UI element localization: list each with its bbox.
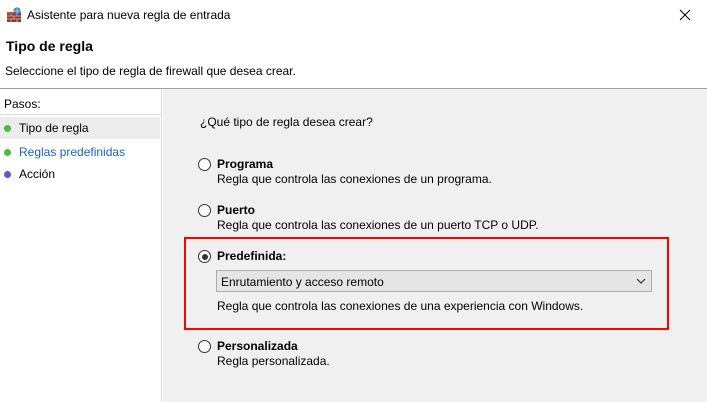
close-icon	[679, 9, 691, 21]
option-label: Programa	[217, 157, 274, 171]
page-title: Tipo de regla	[6, 38, 93, 54]
step-label: Reglas predefinidas	[19, 145, 126, 159]
step-status-icon	[4, 148, 11, 156]
highlight-annotation	[184, 237, 669, 330]
steps-divider	[0, 114, 161, 115]
rule-type-question: ¿Qué tipo de regla desea crear?	[200, 115, 373, 129]
radio-personalizada[interactable]	[198, 340, 211, 353]
step-accion[interactable]: Acción	[0, 163, 160, 185]
firewall-app-icon	[6, 7, 22, 23]
page-description: Seleccione el tipo de regla de firewall …	[5, 64, 296, 78]
option-label: Puerto	[217, 203, 256, 217]
step-label: Acción	[19, 167, 56, 181]
option-description: Regla que controla las conexiones de un …	[217, 218, 539, 232]
radio-puerto[interactable]	[198, 204, 211, 217]
wizard-header: Tipo de regla Seleccione el tipo de regl…	[0, 30, 707, 88]
steps-label: Pasos:	[4, 97, 41, 111]
steps-sidebar: Pasos: Tipo de regla Reglas predefinidas…	[0, 89, 162, 402]
radio-programa[interactable]	[198, 158, 211, 171]
step-reglas-predefinidas[interactable]: Reglas predefinidas	[0, 141, 160, 163]
option-label: Personalizada	[217, 339, 298, 353]
window-title: Asistente para nueva regla de entrada	[27, 8, 231, 22]
step-status-icon	[4, 124, 11, 132]
close-button[interactable]	[663, 0, 707, 30]
option-description: Regla personalizada.	[217, 354, 330, 368]
title-bar: Asistente para nueva regla de entrada	[0, 0, 707, 30]
step-status-icon	[4, 170, 11, 178]
step-label: Tipo de regla	[19, 121, 89, 135]
option-description: Regla que controla las conexiones de un …	[217, 172, 492, 186]
step-tipo-de-regla[interactable]: Tipo de regla	[0, 117, 160, 139]
